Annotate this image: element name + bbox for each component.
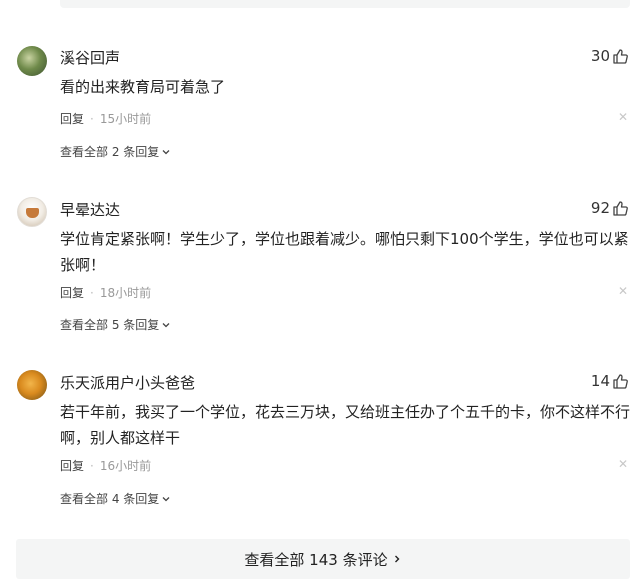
comment-meta: 回复 · 18小时前 (60, 284, 151, 301)
comment-text: 看的出来教育局可着急了 (60, 78, 226, 96)
like-button[interactable]: 92 (591, 199, 628, 217)
view-replies-button[interactable]: 查看全部 4 条回复 (60, 490, 171, 507)
like-count: 14 (590, 372, 610, 390)
view-all-comments-label: 查看全部 143 条评论 (244, 550, 388, 569)
comment-meta: 回复 · 15小时前 (60, 110, 151, 127)
reply-button[interactable]: 回复 (60, 110, 84, 127)
close-icon[interactable]: ✕ (618, 457, 628, 471)
view-replies-button[interactable]: 查看全部 2 条回复 (60, 143, 171, 160)
chevron-down-icon (162, 322, 170, 327)
close-icon[interactable]: ✕ (618, 110, 628, 124)
reply-button[interactable]: 回复 (60, 457, 84, 474)
reply-button[interactable]: 回复 (60, 284, 84, 301)
view-replies-label: 查看全部 4 条回复 (60, 492, 160, 506)
avatar[interactable] (17, 46, 47, 76)
avatar[interactable] (17, 370, 47, 400)
view-replies-label: 查看全部 2 条回复 (60, 145, 160, 159)
chevron-down-icon (162, 496, 170, 501)
comment-time: 18小时前 (99, 286, 152, 300)
comment-text: 学位肯定紧张啊！学生少了，学位也跟着减少。哪怕只剩下100个学生，学位也可以紧张… (60, 230, 629, 274)
chevron-right-icon (394, 555, 400, 563)
close-icon[interactable]: ✕ (618, 284, 628, 298)
view-replies-button[interactable]: 查看全部 5 条回复 (60, 316, 171, 333)
previous-panel-edge (60, 0, 630, 8)
comment-text: 若干年前，我买了一个学位，花去三万块，又给班主任办了个五千的卡，你不这样不行啊，… (60, 403, 631, 447)
comment-username[interactable]: 乐天派用户小头爸爸 (60, 372, 195, 393)
separator-dot: · (90, 285, 94, 300)
comment-meta: 回复 · 16小时前 (60, 457, 151, 474)
chevron-down-icon (162, 149, 170, 154)
like-count: 92 (590, 199, 610, 217)
avatar[interactable] (17, 197, 47, 227)
separator-dot: · (90, 458, 94, 473)
thumbs-up-icon (613, 201, 628, 216)
view-replies-label: 查看全部 5 条回复 (60, 318, 160, 332)
view-all-comments-button[interactable]: 查看全部 143 条评论 (16, 539, 630, 579)
like-button[interactable]: 30 (591, 47, 628, 65)
comment-username[interactable]: 溪谷回声 (60, 47, 120, 68)
thumbs-up-icon (613, 374, 628, 389)
thumbs-up-icon (613, 49, 628, 64)
comment-time: 16小时前 (99, 459, 152, 473)
comment-time: 15小时前 (99, 112, 152, 126)
separator-dot: · (90, 111, 94, 126)
like-button[interactable]: 14 (591, 372, 628, 390)
like-count: 30 (590, 47, 610, 65)
comment-username[interactable]: 早晕达达 (60, 199, 120, 220)
